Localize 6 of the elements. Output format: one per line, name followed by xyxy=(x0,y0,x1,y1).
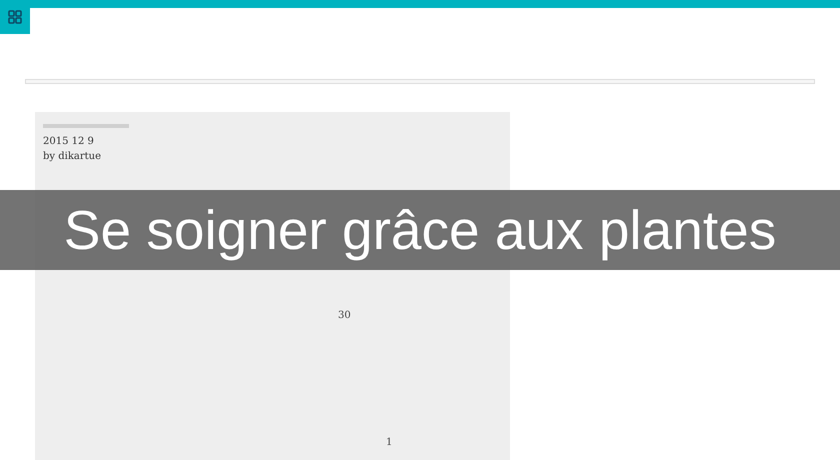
post-author: by dikartue xyxy=(43,150,102,164)
page-number: 1 xyxy=(386,437,394,448)
banner-title: Se soigner grâce aux plantes xyxy=(64,198,776,262)
post-date: 2015 12 9 xyxy=(43,135,95,149)
menu-icon xyxy=(8,10,22,24)
post-count: 30 xyxy=(338,310,352,321)
